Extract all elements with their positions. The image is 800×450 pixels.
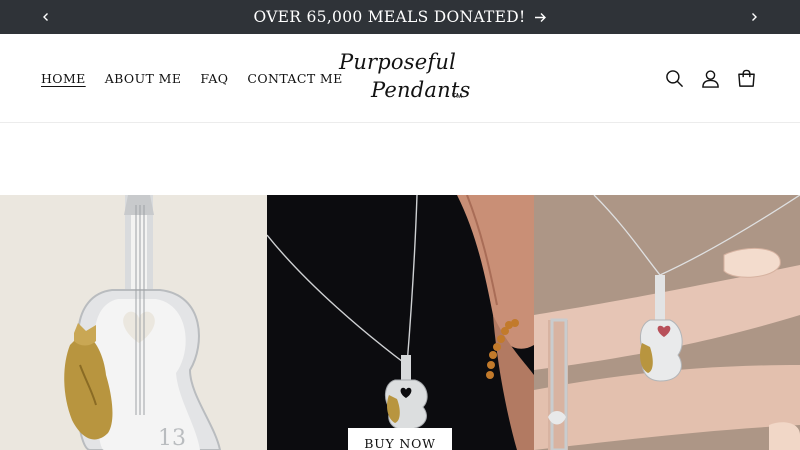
logo-trademark: TM [452,93,463,100]
hero-image-pendant-in-hand [534,195,800,450]
account-button[interactable] [700,69,720,89]
announcement-next-button[interactable] [739,0,769,34]
announcement-link[interactable]: OVER 65,000 MEALS DONATED! [0,0,800,34]
buy-now-button[interactable]: BUY NOW [348,428,452,450]
announcement-bar: OVER 65,000 MEALS DONATED! [0,0,800,34]
nav-about-me[interactable]: ABOUT ME [105,71,182,86]
search-icon [665,70,683,88]
announcement-text: OVER 65,000 MEALS DONATED! [253,8,526,26]
hero-banner: 13 [0,195,800,450]
header-icons [664,34,756,123]
site-header: HOME ABOUT ME FAQ CONTACT ME Purposeful … [0,34,800,123]
nav-faq[interactable]: FAQ [200,71,228,86]
cart-button[interactable] [736,69,756,89]
svg-text:13: 13 [158,426,186,450]
arrow-right-icon [534,12,546,22]
cart-icon [737,69,755,87]
search-button[interactable] [664,69,684,89]
nav-contact-me[interactable]: CONTACT ME [247,71,342,86]
site-logo[interactable]: Purposeful Pendants TM [333,50,473,110]
main-nav: HOME ABOUT ME FAQ CONTACT ME [41,34,343,123]
hero-image-pendant-on-model [267,195,534,450]
hero-image-pendant-closeup: 13 [0,195,267,450]
account-icon [701,70,719,88]
nav-home[interactable]: HOME [41,71,86,86]
logo-line-1: Purposeful [339,50,456,74]
chevron-right-icon [752,13,757,21]
